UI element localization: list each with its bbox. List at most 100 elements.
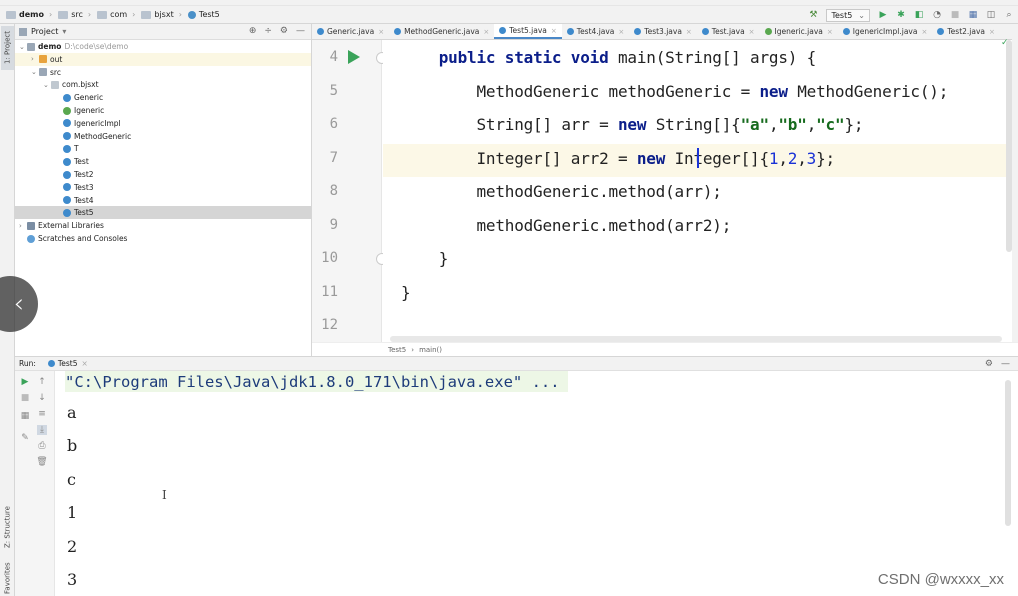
- tab-test5-java[interactable]: Test5.java ×: [494, 24, 562, 39]
- class-icon: [63, 132, 71, 141]
- project-structure-icon[interactable]: ▦: [967, 9, 979, 21]
- tab-test-java[interactable]: Test.java ×: [697, 24, 760, 39]
- close-icon[interactable]: ×: [749, 28, 755, 36]
- scroll-to-end-icon[interactable]: ⤓: [37, 425, 47, 435]
- tree-item-methodgeneric[interactable]: MethodGeneric: [15, 130, 311, 143]
- arrow-up-icon[interactable]: ↑: [37, 377, 47, 387]
- tab-label: Test2.java: [947, 27, 985, 36]
- tree-item-generic[interactable]: Generic: [15, 91, 311, 104]
- stop-icon[interactable]: ■: [20, 393, 30, 403]
- chevron-left-icon: ‹: [13, 289, 24, 319]
- breadcrumb-src[interactable]: src: [58, 10, 83, 19]
- run-icon[interactable]: ▶: [877, 9, 889, 21]
- tree-item-igeneric[interactable]: Igeneric: [15, 104, 311, 117]
- close-icon[interactable]: ×: [827, 28, 833, 36]
- tree-item-test5[interactable]: Test5: [15, 206, 311, 220]
- run-tab-test5[interactable]: Test5 ×: [47, 359, 88, 368]
- chevron-down-icon[interactable]: ▾: [62, 27, 66, 36]
- chevron-right-icon[interactable]: ›: [19, 222, 27, 230]
- code-editor[interactable]: public static void main(String[] args) {…: [383, 40, 1006, 342]
- close-icon[interactable]: ×: [921, 28, 927, 36]
- console-scrollbar[interactable]: [1005, 380, 1011, 526]
- breadcrumb-com[interactable]: com: [97, 10, 127, 19]
- trash-icon[interactable]: 🗑: [36, 457, 47, 467]
- tree-item-test4[interactable]: Test4: [15, 194, 311, 207]
- scratches-icon: [27, 234, 35, 243]
- pin-icon[interactable]: ✎: [20, 433, 30, 443]
- tree-item-demo[interactable]: ⌄ demo D:\code\se\demo: [15, 40, 311, 53]
- line-number: 11: [321, 283, 338, 300]
- hammer-icon[interactable]: ⚒: [807, 9, 819, 21]
- breadcrumb-bjsxt[interactable]: bjsxt: [141, 10, 174, 19]
- tab-methodgeneric-java[interactable]: MethodGeneric.java ×: [389, 24, 494, 39]
- chevron-right-icon[interactable]: ›: [31, 55, 39, 63]
- console-output[interactable]: "C:\Program Files\Java\jdk1.8.0_171\bin\…: [55, 371, 1004, 596]
- tree-item-com-bjsxt[interactable]: ⌄ com.bjsxt: [15, 78, 311, 91]
- close-icon[interactable]: ×: [551, 27, 557, 35]
- soft-wrap-icon[interactable]: ≡: [37, 409, 47, 419]
- tree-item-test2[interactable]: Test2: [15, 168, 311, 181]
- chevron-down-icon[interactable]: ⌄: [19, 43, 27, 51]
- minimize-icon[interactable]: —: [296, 26, 305, 36]
- run-config-select[interactable]: Test5 ⌄: [826, 8, 870, 22]
- tab-test4-java[interactable]: Test4.java ×: [562, 24, 630, 39]
- tree-item-path: D:\code\se\demo: [64, 42, 129, 51]
- editor-breadcrumb-class[interactable]: Test5: [388, 346, 406, 354]
- tool-tab-structure[interactable]: Z: Structure: [1, 502, 14, 552]
- console-output-line: a: [67, 403, 77, 422]
- search-icon[interactable]: ⌕: [1003, 9, 1015, 21]
- code-line: }: [401, 249, 449, 268]
- tree-item-out[interactable]: › out: [15, 52, 311, 66]
- project-view-select[interactable]: Project: [31, 27, 58, 36]
- tree-item-test[interactable]: Test: [15, 155, 311, 168]
- debug-icon[interactable]: ✱: [895, 9, 907, 21]
- close-icon[interactable]: ×: [618, 28, 624, 36]
- tree-item-scratches-and-consoles[interactable]: Scratches and Consoles: [15, 232, 311, 245]
- run-gutter-icon[interactable]: [348, 50, 360, 64]
- ide-window: demo › src › com › bjsxt › Test5 ⚒ Test5…: [0, 0, 1018, 596]
- tree-item-t[interactable]: T: [15, 142, 311, 155]
- tab-igeneric-java[interactable]: Igeneric.java ×: [760, 24, 838, 39]
- tree-item-external-libraries[interactable]: › External Libraries: [15, 219, 311, 232]
- gear-icon[interactable]: ⚙: [280, 26, 288, 36]
- locate-icon[interactable]: ⊕: [249, 26, 257, 36]
- chevron-down-icon[interactable]: ⌄: [43, 81, 51, 89]
- line-number: 9: [329, 216, 338, 233]
- arrow-down-icon[interactable]: ↓: [37, 393, 47, 403]
- tab-test3-java[interactable]: Test3.java ×: [629, 24, 697, 39]
- close-icon[interactable]: ×: [81, 359, 87, 368]
- breadcrumb-demo[interactable]: demo: [6, 10, 44, 19]
- tab-test2-java[interactable]: Test2.java ×: [932, 24, 1000, 39]
- tree-item-src[interactable]: ⌄ src: [15, 66, 311, 79]
- tool-tab-project[interactable]: 1: Project: [1, 26, 14, 70]
- tab-generic-java[interactable]: Generic.java ×: [312, 24, 389, 39]
- tree-item-igenericimpl[interactable]: IgenericImpl: [15, 117, 311, 130]
- tool-tab-favorites[interactable]: 2: Favorites: [1, 560, 14, 596]
- tab-igenericimpl-java[interactable]: IgenericImpl.java ×: [838, 24, 933, 39]
- console-output-line: 1: [67, 503, 78, 523]
- close-icon[interactable]: ×: [686, 28, 692, 36]
- coverage-icon[interactable]: ◧: [913, 9, 925, 21]
- profile-icon[interactable]: ◔: [931, 9, 943, 21]
- chevron-down-icon: ⌄: [858, 10, 865, 20]
- print-icon[interactable]: ⎙: [37, 441, 47, 451]
- close-icon[interactable]: ×: [483, 28, 489, 36]
- collapse-icon[interactable]: ÷: [264, 26, 272, 36]
- line-number: 8: [329, 183, 338, 199]
- tree-item-test3[interactable]: Test3: [15, 181, 311, 194]
- class-icon: [47, 360, 55, 367]
- tab-label: Test5.java: [509, 26, 547, 35]
- editor-breadcrumb-method[interactable]: main(): [419, 346, 442, 354]
- close-icon[interactable]: ×: [989, 28, 995, 36]
- close-icon[interactable]: ×: [378, 28, 384, 36]
- minimize-icon[interactable]: —: [1001, 359, 1010, 369]
- class-icon: [566, 28, 574, 35]
- rerun-icon[interactable]: ▶: [20, 377, 30, 387]
- layout-icon[interactable]: ◫: [985, 9, 997, 21]
- stop-icon[interactable]: ■: [949, 9, 961, 21]
- breadcrumb-test5[interactable]: Test5: [187, 10, 220, 19]
- inspection-ok-icon[interactable]: ✓: [1001, 38, 1009, 48]
- gear-icon[interactable]: ⚙: [985, 359, 993, 369]
- chevron-down-icon[interactable]: ⌄: [31, 68, 39, 76]
- layout-icon[interactable]: ▦: [20, 411, 30, 421]
